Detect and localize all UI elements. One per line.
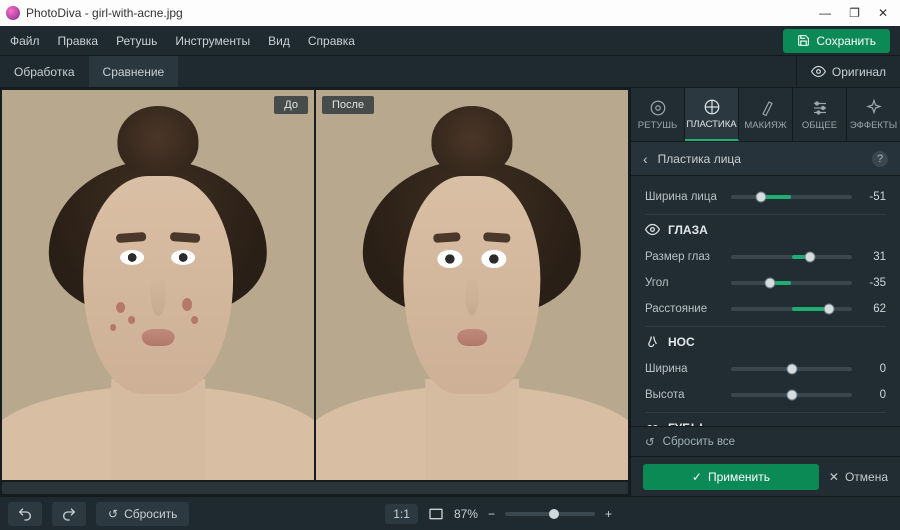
slider-value: 31	[860, 251, 886, 263]
slider-track-eye-dist[interactable]	[731, 307, 852, 311]
slider-value: 62	[860, 303, 886, 315]
group-eyes: ГЛАЗА	[645, 214, 886, 244]
titlebar: PhotoDiva - girl-with-acne.jpg — ❐ ✕	[0, 0, 900, 26]
save-label: Сохранить	[816, 34, 876, 48]
bottombar: ↺ Сбросить 1:1 87% − +	[0, 496, 900, 530]
slider-label: Высота	[645, 389, 723, 401]
undo-button[interactable]	[8, 502, 42, 526]
zoom-slider[interactable]	[505, 512, 595, 516]
save-icon	[797, 34, 810, 47]
slider-eye-dist: Расстояние 62	[645, 296, 886, 322]
slider-label: Расстояние	[645, 303, 723, 315]
tooltab-general[interactable]: ОБЩЕЕ	[793, 88, 847, 141]
menu-help[interactable]: Справка	[308, 34, 355, 48]
zoom-in-button[interactable]: +	[605, 507, 612, 521]
original-toggle[interactable]: Оригинал	[796, 56, 900, 87]
retouch-icon	[649, 99, 667, 117]
menu-retouch[interactable]: Ретушь	[116, 34, 157, 48]
minimize-icon[interactable]: —	[819, 6, 831, 20]
tab-processing[interactable]: Обработка	[0, 56, 89, 87]
slider-value: -35	[860, 277, 886, 289]
undo-icon	[17, 506, 33, 522]
tooltab-retouch[interactable]: РЕТУШЬ	[631, 88, 685, 141]
fit-button[interactable]: 1:1	[385, 504, 418, 524]
maximize-icon[interactable]: ❐	[849, 6, 860, 20]
tab-compare[interactable]: Сравнение	[89, 56, 179, 87]
after-pane[interactable]: После	[316, 90, 628, 480]
fit-screen-icon[interactable]	[428, 506, 444, 522]
cancel-button[interactable]: ✕ Отмена	[829, 470, 888, 484]
view-tabs: Обработка Сравнение Оригинал	[0, 56, 900, 88]
check-icon: ✓	[692, 470, 702, 484]
redo-icon	[61, 506, 77, 522]
help-icon[interactable]: ?	[872, 151, 888, 167]
original-label: Оригинал	[832, 65, 886, 79]
slider-eye-size: Размер глаз 31	[645, 244, 886, 270]
plastic-icon	[703, 98, 721, 116]
horizontal-scrollbar[interactable]	[2, 482, 628, 494]
menubar: Файл Правка Ретушь Инструменты Вид Справ…	[0, 26, 900, 56]
close-icon[interactable]: ✕	[878, 6, 888, 20]
slider-track-face-width[interactable]	[731, 195, 852, 199]
apply-button[interactable]: ✓ Применить	[643, 464, 819, 490]
makeup-icon	[757, 99, 775, 117]
nose-icon	[645, 334, 660, 349]
canvas-area: До После	[0, 88, 630, 496]
redo-button[interactable]	[52, 502, 86, 526]
tool-tabs: РЕТУШЬ ПЛАСТИКА МАКИЯЖ ОБЩЕЕ ЭФФЕКТЫ	[631, 88, 900, 142]
back-icon[interactable]: ‹	[643, 151, 648, 167]
x-icon: ✕	[829, 470, 839, 484]
sliders-icon	[811, 99, 829, 117]
menu-tools[interactable]: Инструменты	[175, 34, 250, 48]
reset-icon: ↺	[108, 507, 118, 521]
slider-value: 0	[860, 389, 886, 401]
zoom-out-button[interactable]: −	[488, 507, 495, 521]
slider-nose-height: Высота 0	[645, 382, 886, 408]
zoom-value: 87%	[454, 507, 478, 521]
window-title: PhotoDiva - girl-with-acne.jpg	[26, 6, 183, 20]
slider-track-eye-size[interactable]	[731, 255, 852, 259]
group-nose: НОС	[645, 326, 886, 356]
slider-label: Ширина лица	[645, 191, 723, 203]
slider-label: Угол	[645, 277, 723, 289]
slider-track-nose-width[interactable]	[731, 367, 852, 371]
slider-track-nose-height[interactable]	[731, 393, 852, 397]
panel-title: Пластика лица	[658, 152, 741, 166]
before-tag: До	[274, 96, 308, 114]
slider-label: Ширина	[645, 363, 723, 375]
tooltab-effects[interactable]: ЭФФЕКТЫ	[847, 88, 900, 141]
slider-face-width: Ширина лица -51	[645, 184, 886, 210]
slider-value: 0	[860, 363, 886, 375]
reset-icon: ↺	[645, 435, 655, 449]
menu-file[interactable]: Файл	[10, 34, 40, 48]
panel-header: ‹ Пластика лица ?	[631, 142, 900, 176]
slider-eye-angle: Угол -35	[645, 270, 886, 296]
effects-icon	[865, 99, 883, 117]
reset-all-button[interactable]: ↺ Сбросить все	[631, 426, 900, 456]
app-logo-icon	[6, 6, 20, 20]
tooltab-plastic[interactable]: ПЛАСТИКА	[685, 88, 739, 141]
slider-track-eye-angle[interactable]	[731, 281, 852, 285]
slider-label: Размер глаз	[645, 251, 723, 263]
eye-icon	[645, 222, 660, 237]
after-tag: После	[322, 96, 374, 114]
tooltab-makeup[interactable]: МАКИЯЖ	[739, 88, 793, 141]
menu-view[interactable]: Вид	[268, 34, 290, 48]
reset-button[interactable]: ↺ Сбросить	[96, 502, 189, 526]
before-pane[interactable]: До	[2, 90, 314, 480]
save-button[interactable]: Сохранить	[783, 29, 890, 53]
menu-edit[interactable]: Правка	[58, 34, 99, 48]
group-lips: ГУБЫ	[645, 412, 886, 426]
slider-value: -51	[860, 191, 886, 203]
eye-icon	[811, 64, 826, 79]
slider-nose-width: Ширина 0	[645, 356, 886, 382]
sidebar: РЕТУШЬ ПЛАСТИКА МАКИЯЖ ОБЩЕЕ ЭФФЕКТЫ ‹ П…	[630, 88, 900, 496]
